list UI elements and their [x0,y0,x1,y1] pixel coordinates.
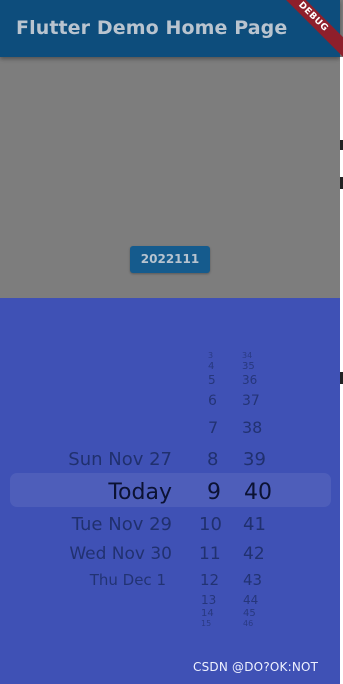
page-title: Flutter Demo Home Page [16,17,288,39]
hour-option[interactable]: 15 [201,619,211,628]
hour-option[interactable]: 13 [201,593,216,607]
date-option-thu-dec-1[interactable]: Thu Dec 1 [90,571,166,589]
date-time-picker[interactable]: Sun Nov 27 Today Tue Nov 29 Wed Nov 30 T… [0,298,340,684]
watermark: CSDN @DO?OK:NOT [193,660,319,674]
date-option-today[interactable]: Today [108,480,172,505]
hour-option[interactable]: 8 [207,449,218,470]
hour-option[interactable]: 14 [201,608,214,619]
minute-option[interactable]: 43 [243,571,262,589]
minute-option[interactable]: 44 [243,593,258,607]
minute-option[interactable]: 37 [242,393,260,409]
minute-option[interactable]: 41 [243,514,266,535]
minute-option[interactable]: 42 [243,544,265,564]
minute-option[interactable]: 35 [242,361,255,372]
minute-option[interactable]: 45 [243,608,256,619]
app-bar: Flutter Demo Home Page DEBUG [0,0,343,61]
hour-option[interactable]: 12 [200,571,219,589]
hour-option[interactable]: 11 [199,544,221,564]
minute-option[interactable]: 46 [243,619,253,628]
date-option-sun-nov-27[interactable]: Sun Nov 27 [68,449,172,470]
hour-option[interactable]: 4 [208,361,214,372]
date-option-wed-nov-30[interactable]: Wed Nov 30 [69,544,172,564]
hour-option[interactable]: 5 [208,373,216,387]
date-button[interactable]: 2022111 [130,246,210,273]
hour-option[interactable]: 3 [208,351,213,360]
hour-option[interactable]: 6 [208,393,217,409]
hour-option-selected[interactable]: 9 [207,480,221,505]
app-screen: Flutter Demo Home Page DEBUG 2022111 Sun… [0,0,343,684]
minute-option[interactable]: 34 [242,351,252,360]
minute-option-selected[interactable]: 40 [244,480,272,505]
minute-option[interactable]: 36 [242,373,257,387]
minute-option[interactable]: 39 [243,449,266,470]
minute-option[interactable]: 38 [242,418,262,437]
date-option-tue-nov-29[interactable]: Tue Nov 29 [72,514,172,535]
hour-option[interactable]: 7 [208,418,218,437]
hour-option[interactable]: 10 [199,514,222,535]
